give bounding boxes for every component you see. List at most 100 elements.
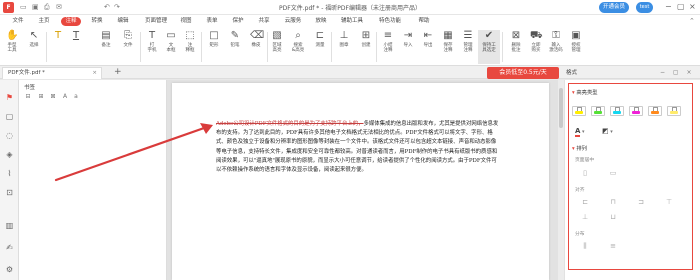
tab-view[interactable]: 视图 <box>176 17 196 26</box>
tab-convert[interactable]: 转换 <box>87 17 107 26</box>
align-left-icon[interactable]: ⊏ <box>579 197 591 207</box>
manage-comments-button[interactable]: ☰ 管理 注释 <box>458 30 478 64</box>
distribute-horizontal-icon[interactable]: ⫼ <box>579 241 591 251</box>
key-icon: ⚿ <box>552 30 560 41</box>
scrollbar-thumb[interactable] <box>559 88 563 128</box>
strikethrough-annotation[interactable]: Adobe公司设计PDF文件格式的目的是为了支持跨平台上的， <box>216 121 364 127</box>
tab-help[interactable]: 帮助 <box>414 17 434 26</box>
hand-tool-button[interactable]: ✋ 手型 工具 <box>2 30 22 64</box>
select-tool-button[interactable]: ↖ 选择 <box>24 30 44 64</box>
note-button[interactable]: ▤ 备注 <box>96 30 116 64</box>
textbox-button[interactable]: ▭ 文 本框 <box>161 30 181 64</box>
delete-annot-button[interactable]: ⊠ 删除 批注 <box>506 30 526 64</box>
summary-button[interactable]: ≡ 小结 注释 <box>378 30 398 64</box>
security-icon[interactable]: ▥ <box>4 220 15 231</box>
highlight-tool-button[interactable]: T <box>48 30 68 64</box>
cursor-icon: ↖ <box>29 30 39 41</box>
align-center-icon[interactable]: ⊓ <box>607 197 619 207</box>
vertical-scrollbar[interactable] <box>558 80 564 280</box>
save-comments-button[interactable]: ▦ 保存 注释 <box>438 30 458 64</box>
highlight-cyan-button[interactable] <box>610 106 624 116</box>
center-horizontal-icon[interactable]: ▯ <box>579 168 591 178</box>
bookmark-add-icon[interactable]: ⊞ <box>37 93 45 101</box>
document-tab[interactable]: PDF文件.pdf * × <box>2 67 102 79</box>
new-tab-icon[interactable]: + <box>114 67 122 78</box>
tab-features[interactable]: 特色功能 <box>376 17 404 26</box>
create-button[interactable]: ⊞ 创建 <box>356 30 376 64</box>
measure-button[interactable]: ⊏ 测量 <box>310 30 330 64</box>
collapse-ribbon-icon[interactable]: ⌃ <box>689 17 695 26</box>
layers-icon[interactable]: ◈ <box>4 149 15 160</box>
search-panel-icon[interactable]: ⊡ <box>4 187 15 198</box>
export-button[interactable]: ⇤ 导出 <box>418 30 438 64</box>
maximize-icon[interactable]: ▢ <box>677 2 685 12</box>
activation-code-button[interactable]: ⚿ 输入 激活码 <box>546 30 566 64</box>
callout-button[interactable]: ⬚ 注 释框 <box>180 30 200 64</box>
tab-home[interactable]: 主页 <box>34 17 54 26</box>
settings-icon[interactable]: ⚙ <box>4 264 15 275</box>
tab-cloud[interactable]: 云服务 <box>281 17 305 26</box>
align-middle-icon[interactable]: ⊥ <box>579 212 591 222</box>
panel-window-controls[interactable]: − ▢ × <box>660 68 695 78</box>
tab-page-manage[interactable]: 页面管理 <box>142 17 170 26</box>
left-icon-rail: ⚑ ▢ ◌ ◈ ⌇ ⊡ ▥ ✍ ⚙ <box>0 80 19 280</box>
document-viewer[interactable]: Adobe公司设计PDF文件格式的目的是为了支持跨平台上的，多媒体集成的信息出版… <box>167 80 565 280</box>
user-badge[interactable]: test <box>636 2 653 13</box>
promo-banner[interactable]: 会员低至0.5元/天 <box>487 67 559 79</box>
highlight-yellow-button[interactable] <box>572 106 586 116</box>
page-text[interactable]: Adobe公司设计PDF文件格式的目的是为了支持跨平台上的，多媒体集成的信息出版… <box>216 120 501 175</box>
tab-file[interactable]: 文件 <box>8 17 28 26</box>
file-attach-button[interactable]: ⎘ 文件 <box>118 30 138 64</box>
import-button[interactable]: ⇥ 导入 <box>398 30 418 64</box>
stamp-button[interactable]: ⊥ 图章 <box>334 30 354 64</box>
area-highlight-button[interactable]: ▧ 区域 高亮 <box>267 30 287 64</box>
highlight-lightyellow-button[interactable] <box>667 106 681 116</box>
signature-icon[interactable]: ✍ <box>4 242 15 253</box>
thumbnail-icon[interactable]: ▢ <box>4 111 15 122</box>
tab-present[interactable]: 放映 <box>311 17 331 26</box>
format-panel-tab[interactable]: 格式 <box>566 68 577 78</box>
highlight-type-title: ▾ 高亮类型 <box>572 90 598 96</box>
pencil-button[interactable]: ✎ 铅笔 <box>225 30 245 64</box>
align-right-icon[interactable]: ⊐ <box>635 197 647 207</box>
bookmark-expand-icon[interactable]: ⊟ <box>24 93 32 101</box>
keep-tool-button[interactable]: ✔ 保持工 具选定 <box>478 30 500 64</box>
tab-edit[interactable]: 编辑 <box>113 17 133 26</box>
font-increase-icon[interactable]: A <box>61 93 69 101</box>
font-color-dropdown[interactable]: A ▾ <box>575 126 593 138</box>
search-highlight-button[interactable]: ⌕ 搜索 &高亮 <box>288 30 308 64</box>
pdf-page[interactable]: Adobe公司设计PDF文件格式的目的是为了支持跨平台上的，多媒体集成的信息出版… <box>172 83 549 280</box>
note-icon: ▤ <box>101 30 111 41</box>
highlight-magenta-button[interactable] <box>629 106 643 116</box>
vip-button[interactable]: 开通会员 <box>599 2 629 13</box>
center-vertical-icon[interactable]: ▭ <box>607 168 619 178</box>
rectangle-button[interactable]: □ 矩形 <box>204 30 224 64</box>
typewriter-button[interactable]: T打 字机 <box>142 30 162 64</box>
eraser-button[interactable]: ⌫ 橡皮 <box>246 30 266 64</box>
attachment-icon[interactable]: ⌇ <box>4 168 15 179</box>
align-top-icon[interactable]: ⊤ <box>663 197 675 207</box>
close-tab-icon[interactable]: × <box>92 68 97 78</box>
textbox-icon: ▭ <box>166 30 176 41</box>
font-decrease-icon[interactable]: a <box>72 93 80 101</box>
comment-list-icon[interactable]: ◌ <box>4 130 15 141</box>
distribute-vertical-icon[interactable]: ≡ <box>607 241 619 251</box>
body-text: 多媒体集成的信息出版和发布，尤其是提供对网络信息发布的支持。为了达到此目的，PD… <box>216 121 499 174</box>
bookmark-icon[interactable]: ⚑ <box>4 92 15 103</box>
underline-tool-button[interactable]: T <box>66 30 86 64</box>
buy-now-button[interactable]: ⛟ 立即 购买 <box>526 30 546 64</box>
bookmark-delete-icon[interactable]: ⊠ <box>49 93 57 101</box>
align-bottom-icon[interactable]: ⊔ <box>607 212 619 222</box>
highlight-orange-button[interactable] <box>648 106 662 116</box>
minimize-icon[interactable]: − <box>665 2 672 12</box>
tab-protect[interactable]: 保护 <box>228 17 248 26</box>
opacity-dropdown[interactable]: ◩ ▾ <box>602 126 622 138</box>
tab-share[interactable]: 共享 <box>254 17 274 26</box>
tab-comment[interactable]: 注释 <box>61 17 81 26</box>
eraser-icon: ⌫ <box>250 30 265 41</box>
close-icon[interactable]: × <box>689 2 696 12</box>
highlight-green-button[interactable] <box>591 106 605 116</box>
tab-tools[interactable]: 辅助工具 <box>338 17 366 26</box>
tab-form[interactable]: 表单 <box>202 17 222 26</box>
license-button[interactable]: ▣ 授权 管理 <box>566 30 586 64</box>
